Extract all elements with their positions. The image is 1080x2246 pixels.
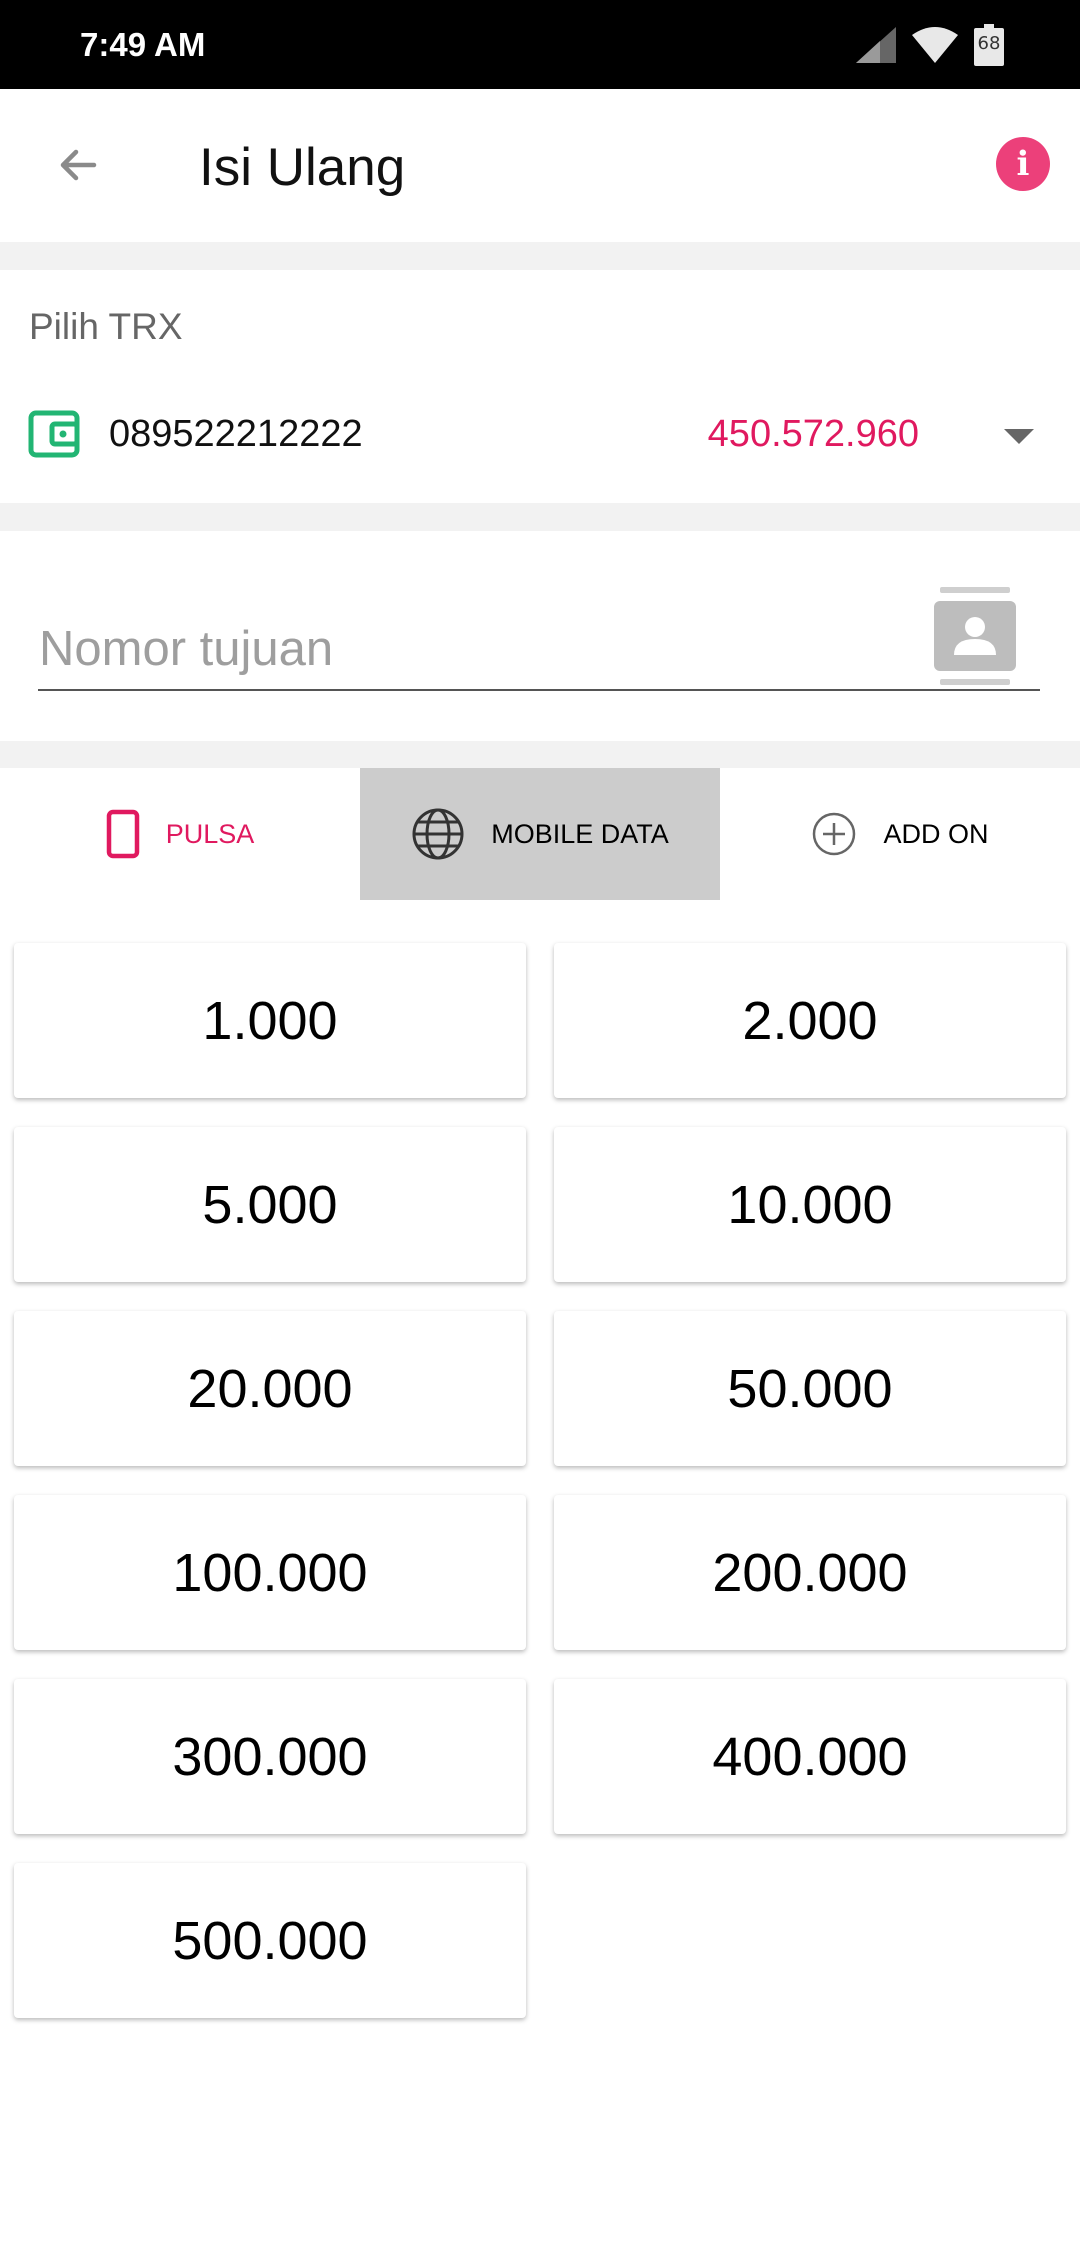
wallet-icon (28, 410, 80, 458)
section-divider (0, 242, 1080, 270)
nominal-button[interactable]: 300.000 (14, 1679, 526, 1834)
tab-mobile-data-label: MOBILE DATA (491, 818, 669, 849)
section-divider (0, 503, 1080, 531)
back-button[interactable] (40, 127, 116, 203)
wifi-icon: + (912, 27, 958, 63)
battery-level: 68 (977, 33, 1001, 54)
app-bar: Isi Ulang i (0, 89, 1080, 242)
destination-section (0, 531, 1080, 741)
nominal-grid: 1.000 2.000 5.000 10.000 20.000 50.000 1… (14, 943, 1066, 2018)
status-time: 7:49 AM (80, 26, 206, 63)
tab-pulsa-label: PULSA (165, 818, 255, 849)
trx-label: Pilih TRX (29, 306, 183, 347)
contact-book-icon[interactable] (934, 587, 1016, 685)
info-button[interactable]: i (996, 137, 1050, 191)
globe-icon (412, 808, 464, 860)
product-tabs: PULSA MOBILE DATA ADD ON (0, 768, 1080, 900)
info-icon: i (1016, 144, 1030, 184)
input-underline (38, 689, 1040, 691)
trx-selector[interactable]: Pilih TRX 089522212222 450.572.960 (0, 270, 1080, 503)
nominal-button[interactable]: 2.000 (554, 943, 1066, 1098)
page-title: Isi Ulang (199, 138, 406, 197)
svg-text:+: + (945, 49, 955, 63)
phone-icon (106, 809, 139, 859)
cell-signal-icon (856, 27, 896, 63)
tab-add-on-label: ADD ON (883, 818, 989, 849)
battery-icon: 68 (974, 24, 1004, 66)
trx-number: 089522212222 (109, 413, 363, 455)
status-bar: 7:49 AM + 68 (0, 0, 1080, 89)
nominal-button[interactable]: 20.000 (14, 1311, 526, 1466)
nominal-button[interactable]: 500.000 (14, 1863, 526, 2018)
destination-number-input[interactable] (39, 619, 919, 679)
nominal-button[interactable]: 10.000 (554, 1127, 1066, 1282)
add-circle-icon (813, 812, 856, 856)
tab-pulsa[interactable]: PULSA (0, 768, 360, 900)
nominal-button[interactable]: 5.000 (14, 1127, 526, 1282)
nominal-button[interactable]: 50.000 (554, 1311, 1066, 1466)
trx-dropdown[interactable] (1002, 420, 1036, 454)
nominal-button[interactable]: 100.000 (14, 1495, 526, 1650)
dropdown-arrow-icon (1004, 429, 1034, 444)
status-icons: + 68 (856, 22, 1004, 68)
tab-add-on[interactable]: ADD ON (720, 768, 1080, 900)
nominal-button[interactable]: 400.000 (554, 1679, 1066, 1834)
nominal-button[interactable]: 1.000 (14, 943, 526, 1098)
arrow-back-icon (60, 149, 97, 181)
nominal-button[interactable]: 200.000 (554, 1495, 1066, 1650)
tab-mobile-data[interactable]: MOBILE DATA (360, 768, 720, 900)
section-divider (0, 741, 1080, 768)
trx-balance: 450.572.960 (707, 413, 919, 455)
